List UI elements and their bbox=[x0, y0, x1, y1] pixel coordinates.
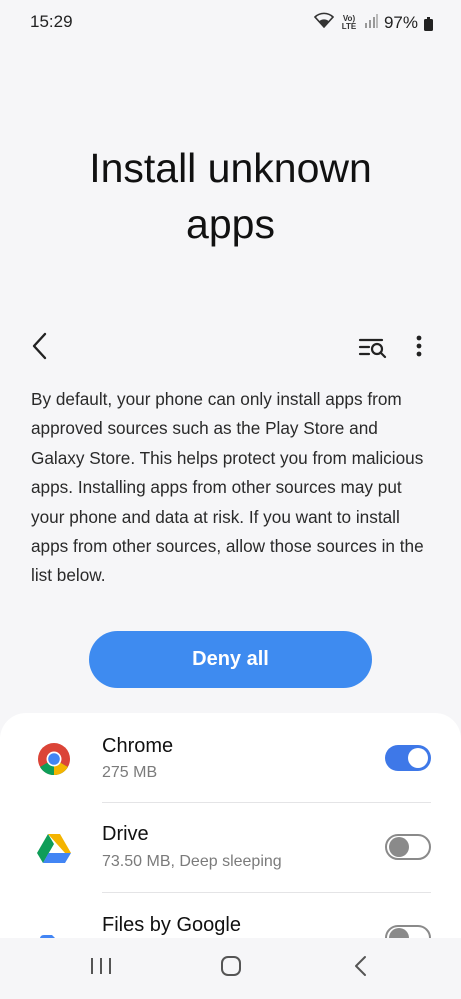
toggle-knob bbox=[408, 748, 428, 768]
list-item-drive[interactable]: Drive 73.50 MB, Deep sleeping bbox=[0, 803, 461, 893]
back-icon bbox=[355, 956, 366, 976]
recents-button[interactable] bbox=[88, 952, 114, 985]
home-icon bbox=[221, 956, 241, 976]
google-drive-icon bbox=[37, 834, 71, 863]
app-detail: 275 MB bbox=[102, 764, 158, 781]
home-button[interactable] bbox=[218, 952, 244, 985]
allow-toggle-chrome[interactable] bbox=[385, 745, 431, 771]
battery-icon bbox=[424, 16, 433, 31]
page-title-line1: Install unknown bbox=[89, 145, 372, 191]
toggle-knob bbox=[389, 836, 409, 857]
page-title: Install unknown apps bbox=[0, 140, 461, 252]
navigation-bar bbox=[0, 938, 461, 999]
search-settings-button[interactable] bbox=[356, 332, 390, 362]
allow-toggle-drive[interactable] bbox=[385, 834, 431, 860]
nav-back-button[interactable] bbox=[348, 952, 374, 985]
deny-all-button[interactable]: Deny all bbox=[89, 631, 372, 688]
list-item-chrome[interactable]: Chrome 275 MB bbox=[0, 713, 461, 803]
back-button[interactable] bbox=[26, 330, 56, 362]
chevron-left-icon bbox=[32, 332, 47, 360]
recents-icon bbox=[91, 958, 111, 974]
wifi-icon bbox=[313, 12, 335, 33]
chrome-icon bbox=[38, 743, 70, 776]
more-options-button[interactable] bbox=[408, 330, 430, 362]
app-name: Files by Google bbox=[102, 914, 241, 936]
list-search-icon bbox=[358, 338, 387, 359]
status-time: 15:29 bbox=[30, 12, 73, 31]
app-name: Chrome bbox=[102, 735, 174, 757]
app-name: Drive bbox=[102, 823, 149, 845]
more-vertical-icon bbox=[416, 335, 422, 357]
status-bar: 15:29 Vo) LTE 97% bbox=[0, 0, 461, 44]
app-detail: 73.50 MB, Deep sleeping bbox=[102, 853, 282, 870]
battery-percent: 97% bbox=[383, 12, 418, 32]
status-icons: Vo) LTE 97% bbox=[313, 12, 433, 33]
description-text: By default, your phone can only install … bbox=[31, 389, 424, 586]
app-list: Chrome 275 MB Drive 73.50 MB, Deep sleep… bbox=[0, 713, 461, 973]
page-title-line2: apps bbox=[186, 201, 275, 247]
signal-icon bbox=[364, 13, 378, 33]
volte-icon: Vo) LTE bbox=[341, 13, 357, 31]
